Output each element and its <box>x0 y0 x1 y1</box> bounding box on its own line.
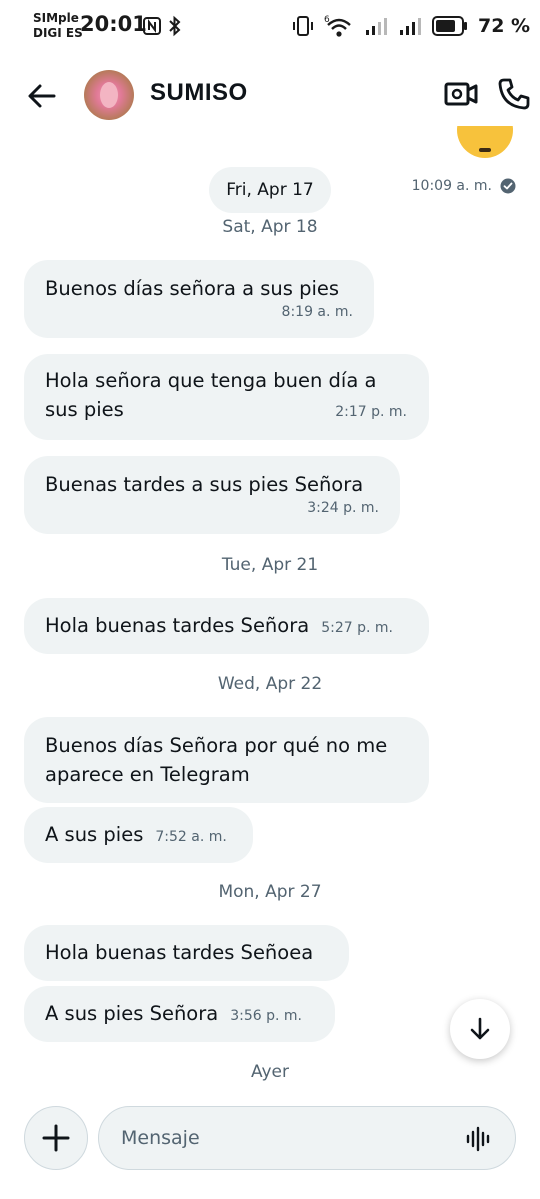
add-attachment-button[interactable] <box>24 1106 88 1170</box>
carrier-label: SIMple DIGI ES <box>33 11 83 41</box>
status-bar: SIMple DIGI ES 20:01 6 72 % <box>0 0 540 52</box>
message-bubble[interactable]: Buenos días señora a sus pies 8:19 a. m. <box>24 260 374 338</box>
message-text: Hola señora que tenga buen día a sus pie… <box>45 369 377 421</box>
message-bubble[interactable]: Hola señora que tenga buen día a sus pie… <box>24 354 429 440</box>
message-time: 5:27 p. m. <box>321 620 393 636</box>
message-text: A sus pies Señora <box>45 1002 219 1025</box>
bluetooth-icon <box>169 15 181 37</box>
signal-icon <box>400 18 421 35</box>
battery-percent: 72 % <box>478 15 531 37</box>
message-bubble[interactable]: Buenas tardes a sus pies Señora 3:24 p. … <box>24 456 400 534</box>
plus-icon <box>42 1124 70 1152</box>
video-call-icon <box>444 82 478 106</box>
date-separator: Wed, Apr 22 <box>217 674 323 694</box>
date-separator: Sat, Apr 18 <box>222 217 318 237</box>
arrow-down-icon <box>470 1017 490 1040</box>
voice-call-button[interactable] <box>496 76 532 112</box>
arrow-left-icon <box>28 84 56 108</box>
status-icons-right: 6 72 % <box>292 12 530 40</box>
sent-message-meta: 10:09 a. m. <box>412 178 516 194</box>
voice-message-button[interactable] <box>465 1125 493 1153</box>
carrier-network: DIGI ES <box>33 26 83 40</box>
date-separator: Tue, Apr 21 <box>221 555 319 575</box>
phone-icon <box>498 78 530 110</box>
voice-wave-icon <box>466 1126 490 1152</box>
message-bubble[interactable]: A sus pies Señora 3:56 p. m. <box>24 986 335 1042</box>
nfc-icon <box>143 17 161 35</box>
read-check-icon <box>500 178 516 194</box>
wifi-6-icon: 6 <box>324 15 351 37</box>
date-separator: Mon, Apr 27 <box>218 882 322 902</box>
message-time: 8:19 a. m. <box>281 304 353 320</box>
sent-emoji-message[interactable] <box>456 126 514 172</box>
status-icons-left <box>142 15 182 37</box>
vibrate-icon <box>293 16 313 36</box>
scroll-to-bottom-button[interactable] <box>450 999 510 1059</box>
message-text: Buenos días señora a sus pies <box>45 277 340 300</box>
status-time: 20:01 <box>80 12 147 36</box>
signal-icon <box>366 18 387 35</box>
video-call-button[interactable] <box>444 78 478 110</box>
carrier-name: SIMple <box>33 11 79 25</box>
message-bubble[interactable]: Hola buenas tardes Señoea <box>24 925 349 981</box>
message-time: 7:52 a. m. <box>155 829 227 845</box>
message-text: Hola buenas tardes Señora <box>45 614 310 637</box>
conversation-header: SUMISO <box>0 60 540 130</box>
date-separator: Ayer <box>251 1062 289 1082</box>
date-chip: Fri, Apr 17 <box>209 167 331 213</box>
message-text: A sus pies <box>45 823 144 846</box>
sent-message-time: 10:09 a. m. <box>411 178 492 194</box>
avatar[interactable] <box>84 70 134 120</box>
face-emoji-icon <box>457 126 513 158</box>
message-bubble[interactable]: Buenos días Señora por qué no me aparece… <box>24 717 429 803</box>
message-input[interactable] <box>121 1121 441 1155</box>
back-button[interactable] <box>24 78 60 114</box>
message-composer <box>98 1106 516 1170</box>
message-bubble[interactable]: A sus pies 7:52 a. m. <box>24 807 253 863</box>
avatar-image <box>100 82 118 108</box>
message-text: Buenos días Señora por qué no me aparece… <box>45 734 388 786</box>
message-text: Buenas tardes a sus pies Señora <box>45 473 364 496</box>
battery-icon <box>432 16 467 36</box>
message-text: Hola buenas tardes Señoea <box>45 941 314 964</box>
message-bubble[interactable]: Hola buenas tardes Señora 5:27 p. m. <box>24 598 429 654</box>
message-time: 2:17 p. m. <box>335 404 407 420</box>
message-time: 3:56 p. m. <box>230 1008 302 1024</box>
contact-name[interactable]: SUMISO <box>150 79 248 107</box>
message-time: 3:24 p. m. <box>307 500 379 516</box>
